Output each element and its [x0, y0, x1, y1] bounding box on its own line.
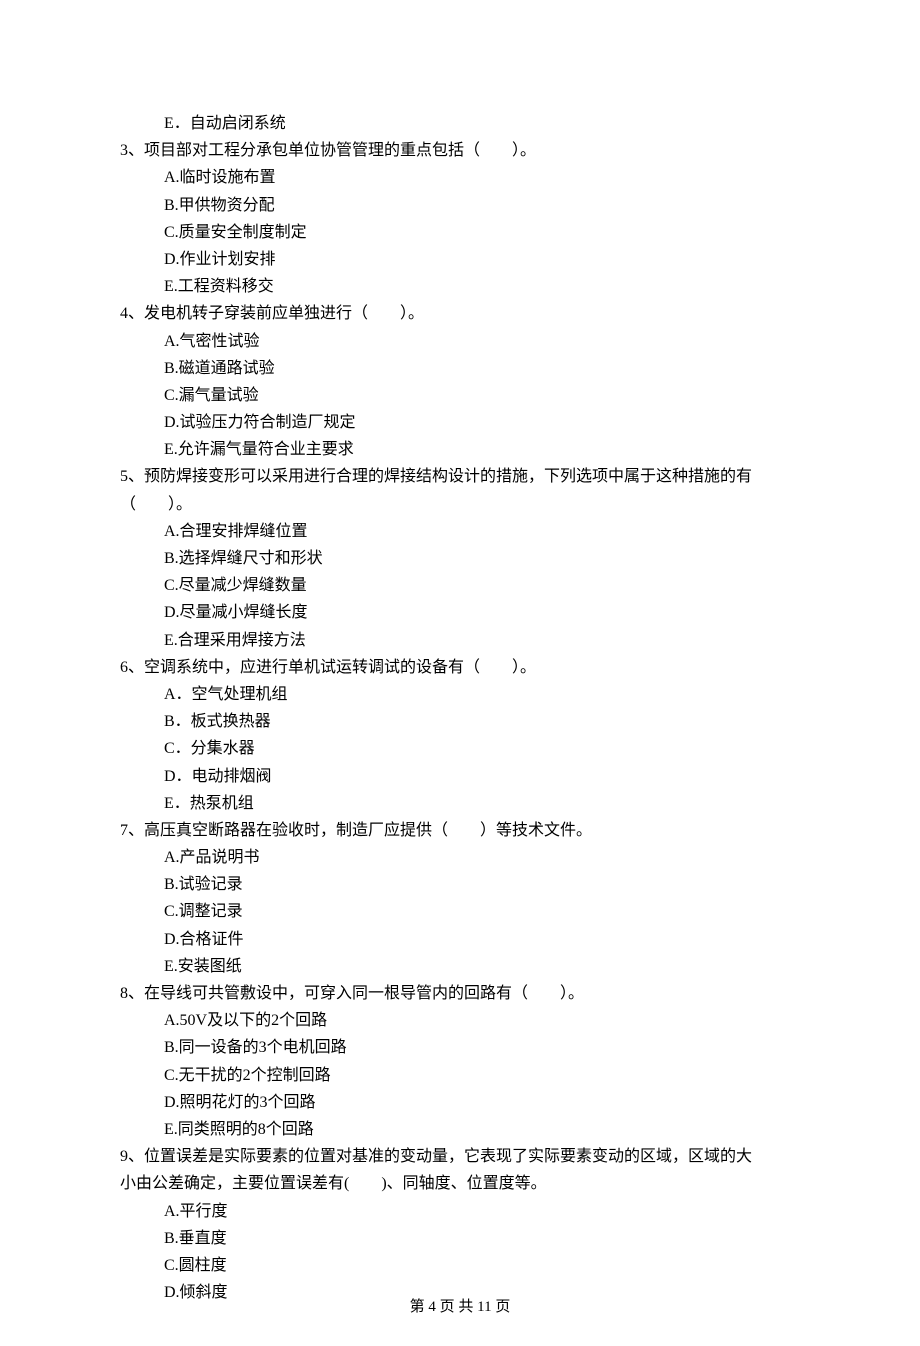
- option-text: E.工程资料移交: [120, 273, 800, 300]
- question-text: 5、预防焊接变形可以采用进行合理的焊接结构设计的措施，下列选项中属于这种措施的有: [120, 463, 800, 490]
- option-text: E．自动启闭系统: [120, 110, 800, 137]
- question-text: 3、项目部对工程分承包单位协管管理的重点包括（ ）。: [120, 137, 800, 164]
- option-text: E.同类照明的8个回路: [120, 1116, 800, 1143]
- option-text: B.磁道通路试验: [120, 355, 800, 382]
- option-text: B.甲供物资分配: [120, 192, 800, 219]
- page-footer: 第 4 页 共 11 页: [0, 1295, 920, 1321]
- option-text: C.圆柱度: [120, 1252, 800, 1279]
- continuation-text: 小由公差确定，主要位置误差有( )、同轴度、位置度等。: [120, 1170, 800, 1197]
- option-text: E．热泵机组: [120, 790, 800, 817]
- option-text: C.尽量减少焊缝数量: [120, 572, 800, 599]
- option-text: D．电动排烟阀: [120, 763, 800, 790]
- option-text: D.照明花灯的3个回路: [120, 1089, 800, 1116]
- continuation-text: （ ）。: [120, 491, 800, 518]
- option-text: C．分集水器: [120, 735, 800, 762]
- option-text: D.合格证件: [120, 926, 800, 953]
- question-text: 4、发电机转子穿装前应单独进行（ ）。: [120, 300, 800, 327]
- option-text: B.垂直度: [120, 1225, 800, 1252]
- question-text: 7、高压真空断路器在验收时，制造厂应提供（ ）等技术文件。: [120, 817, 800, 844]
- option-text: E.安装图纸: [120, 953, 800, 980]
- question-text: 8、在导线可共管敷设中，可穿入同一根导管内的回路有（ ）。: [120, 980, 800, 1007]
- question-text: 9、位置误差是实际要素的位置对基准的变动量，它表现了实际要素变动的区域，区域的大: [120, 1143, 800, 1170]
- option-text: B．板式换热器: [120, 708, 800, 735]
- option-text: D.尽量减小焊缝长度: [120, 599, 800, 626]
- option-text: C.质量安全制度制定: [120, 219, 800, 246]
- option-text: C.调整记录: [120, 898, 800, 925]
- option-text: A．空气处理机组: [120, 681, 800, 708]
- option-text: A.合理安排焊缝位置: [120, 518, 800, 545]
- option-text: B.试验记录: [120, 871, 800, 898]
- option-text: C.无干扰的2个控制回路: [120, 1062, 800, 1089]
- option-text: E.合理采用焊接方法: [120, 627, 800, 654]
- option-text: A.临时设施布置: [120, 164, 800, 191]
- option-text: A.气密性试验: [120, 328, 800, 355]
- option-text: A.产品说明书: [120, 844, 800, 871]
- option-text: A.50V及以下的2个回路: [120, 1007, 800, 1034]
- option-text: C.漏气量试验: [120, 382, 800, 409]
- option-text: D.作业计划安排: [120, 246, 800, 273]
- option-text: A.平行度: [120, 1198, 800, 1225]
- option-text: E.允许漏气量符合业主要求: [120, 436, 800, 463]
- document-body: E．自动启闭系统3、项目部对工程分承包单位协管管理的重点包括（ ）。A.临时设施…: [120, 110, 800, 1306]
- option-text: B.选择焊缝尺寸和形状: [120, 545, 800, 572]
- option-text: B.同一设备的3个电机回路: [120, 1034, 800, 1061]
- question-text: 6、空调系统中，应进行单机试运转调试的设备有（ ）。: [120, 654, 800, 681]
- option-text: D.试验压力符合制造厂规定: [120, 409, 800, 436]
